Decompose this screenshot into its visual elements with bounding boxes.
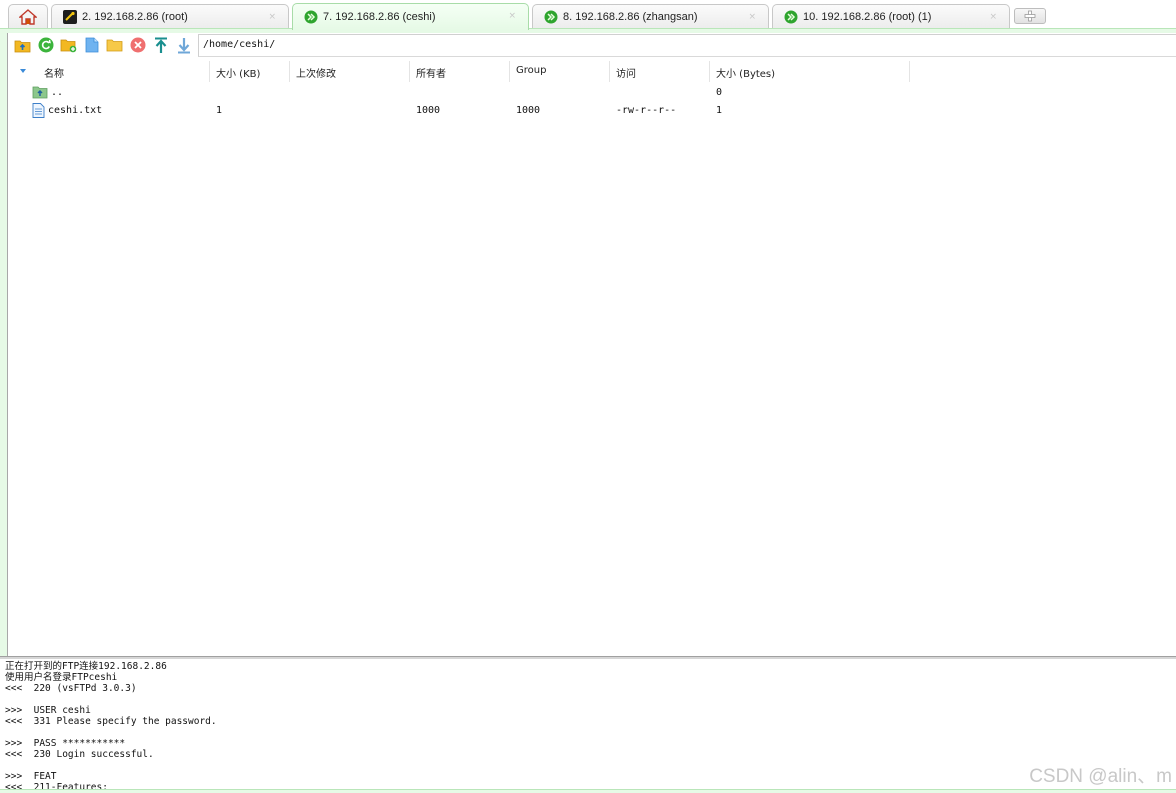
plus-icon [1024, 10, 1036, 22]
file-size-bytes: 0 [716, 86, 723, 98]
ftp-icon [784, 10, 798, 24]
log-line: >>> FEAT [5, 771, 57, 782]
file-list-header: 名称 大小 (KB) 上次修改 所有者 Group 访问 大小 (Bytes) [8, 61, 1176, 82]
tab-label: 10. 192.168.2.86 (root) (1) [803, 11, 932, 23]
column-header-modified[interactable]: 上次修改 [290, 61, 410, 82]
close-icon[interactable]: × [268, 12, 276, 22]
ftp-icon [304, 10, 318, 24]
tab-label: 7. 192.168.2.86 (ceshi) [323, 11, 436, 23]
log-line: >>> USER ceshi [5, 705, 91, 716]
tab-label: 8. 192.168.2.86 (zhangsan) [563, 11, 698, 23]
folder-up-icon [32, 86, 48, 99]
delete-button[interactable] [129, 37, 146, 54]
download-button[interactable] [175, 37, 192, 54]
tab-session-root[interactable]: 2. 192.168.2.86 (root) × [51, 4, 289, 29]
parent-folder-button[interactable] [14, 37, 31, 54]
terminal-icon [63, 10, 77, 24]
close-icon[interactable]: × [748, 12, 756, 22]
open-folder-button[interactable] [106, 37, 123, 54]
file-browser-panel [0, 33, 1176, 656]
refresh-button[interactable] [37, 37, 54, 54]
file-row-ceshi-txt[interactable]: ceshi.txt 1 1000 1000 -rw-r--r-- 1 [8, 101, 1176, 119]
tab-session-zhangsan[interactable]: 8. 192.168.2.86 (zhangsan) × [532, 4, 769, 29]
folder-up-icon [14, 40, 31, 52]
upload-icon [154, 37, 167, 53]
sort-descending-icon [20, 69, 26, 73]
ftp-toolbar [8, 33, 198, 57]
tab-session-root-1[interactable]: 10. 192.168.2.86 (root) (1) × [772, 4, 1010, 29]
tab-label: 2. 192.168.2.86 (root) [82, 11, 188, 23]
path-input[interactable]: /home/ceshi/ [198, 34, 1176, 57]
close-icon[interactable]: × [989, 12, 997, 22]
tab-session-ceshi[interactable]: 7. 192.168.2.86 (ceshi) × [292, 3, 529, 30]
log-line: 使用用户名登录FTPceshi [5, 672, 118, 683]
home-icon [19, 9, 37, 25]
file-size-kb: 1 [216, 104, 223, 116]
upload-button[interactable] [152, 37, 169, 54]
log-line: <<< 331 Please specify the password. [5, 716, 217, 727]
new-file-icon [85, 37, 98, 53]
file-name: ceshi.txt [48, 104, 103, 116]
new-file-button[interactable] [83, 37, 100, 54]
text-file-icon [32, 102, 45, 118]
file-list: .. 0 ceshi.txt 1 1000 1000 -rw-r--r-- 1 [8, 83, 1176, 119]
download-icon [177, 37, 190, 53]
column-header-name[interactable]: 名称 [8, 61, 210, 82]
watermark: CSDN @alin、m [1029, 766, 1172, 787]
refresh-icon [38, 37, 53, 53]
column-header-group[interactable]: Group [510, 61, 610, 82]
new-tab-button[interactable] [1014, 8, 1046, 24]
file-owner: 1000 [416, 104, 441, 116]
file-name: .. [51, 86, 64, 98]
log-line: <<< 230 Login successful. [5, 749, 154, 760]
log-line: 正在打开到的FTP连接192.168.2.86 [5, 661, 167, 672]
panel-border [7, 33, 8, 656]
delete-icon [130, 37, 145, 53]
column-header-size-kb[interactable]: 大小 (KB) [210, 61, 290, 82]
ftp-icon [544, 10, 558, 24]
file-row-parent[interactable]: .. 0 [8, 83, 1176, 101]
ftp-log-console: 正在打开到的FTP连接192.168.2.86 使用用户名登录FTPceshi … [0, 659, 1176, 790]
home-tab[interactable] [8, 4, 48, 29]
file-access: -rw-r--r-- [616, 104, 677, 116]
folder-icon [106, 39, 123, 52]
bottom-bar [0, 789, 1176, 793]
column-header-access[interactable]: 访问 [610, 61, 710, 82]
new-folder-button[interactable] [60, 37, 77, 54]
log-line: <<< 220 (vsFTPd 3.0.3) [5, 683, 137, 694]
file-size-bytes: 1 [716, 104, 723, 116]
close-icon[interactable]: × [508, 11, 516, 21]
column-header-size-bytes[interactable]: 大小 (Bytes) [710, 61, 910, 82]
file-group: 1000 [516, 104, 541, 116]
column-header-owner[interactable]: 所有者 [410, 61, 510, 82]
new-folder-icon [60, 39, 77, 52]
log-line: >>> PASS *********** [5, 738, 126, 749]
